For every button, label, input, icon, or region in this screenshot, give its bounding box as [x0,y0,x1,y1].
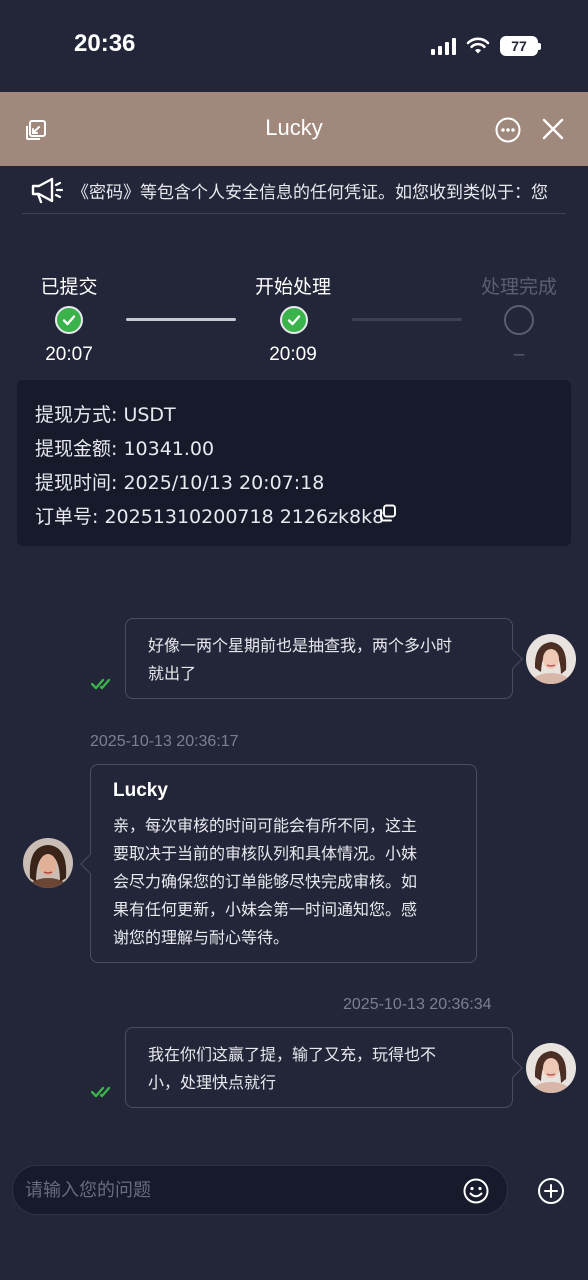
cellular-signal-icon [431,37,456,55]
add-attachment-icon[interactable] [537,1177,565,1205]
read-receipt-icon [91,1086,111,1098]
order-number: 订单号: 20251310200718 2126zk8k8 [35,506,385,528]
message-timestamp: 2025-10-13 20:36:34 [343,996,492,1013]
step-submitted: 已提交 [9,272,129,299]
withdrawal-amount: 提现金额: 10341.00 [35,438,215,460]
step-time: 20:07 [45,344,93,365]
user-avatar [526,1043,576,1093]
status-bar: 20:36 77 [0,0,588,92]
message-line: 谢您的理解与耐心等待。 [113,928,290,947]
megaphone-icon [31,177,64,204]
battery-level: 77 [511,38,527,54]
message-line: 亲，每次审核的时间可能会有所不同，这主 [113,816,418,835]
sender-name: Lucky [113,780,168,801]
message-input[interactable] [25,1166,445,1214]
message-line: 我在你们这赢了提，输了又充，玩得也不 [148,1045,437,1064]
wifi-icon [466,37,490,54]
withdrawal-info-card: 提现方式: USDT 提现金额: 10341.00 提现时间: 2025/10/… [17,380,571,546]
agent-message-bubble: Lucky 亲，每次审核的时间可能会有所不同，这主 要取决于当前的审核队列和具体… [90,764,477,963]
step-time: – [513,344,525,365]
message-line: 好像一两个星期前也是抽查我，两个多小时 [148,636,453,655]
step-processing: 开始处理 [233,272,353,299]
status-icons: 77 [431,36,541,56]
step-label: 处理完成 [480,276,557,298]
pending-circle-icon [504,305,534,335]
progress-connector [352,318,462,321]
chat-header: Lucky [0,92,588,166]
agent-avatar [23,838,73,888]
progress-connector [126,318,236,321]
message-line: 要取决于当前的审核队列和具体情况。小妹 [113,844,418,863]
step-label: 已提交 [40,276,98,298]
copy-icon[interactable] [379,504,397,522]
withdrawal-time: 提现时间: 2025/10/13 20:07:18 [35,472,325,494]
message-line: 会尽力确保您的订单能够尽快完成审核。如 [113,872,418,891]
message-line: 小，处理快点就行 [148,1073,277,1092]
status-time: 20:36 [74,30,136,57]
close-icon[interactable] [540,116,566,142]
step-label: 开始处理 [254,276,331,298]
notice-text: 《密码》等包含个人安全信息的任何凭证。如您收到类似于：您 [72,183,548,203]
read-receipt-icon [91,678,111,690]
notice-marquee: 《密码》等包含个人安全信息的任何凭证。如您收到类似于：您 [22,166,566,214]
message-timestamp: 2025-10-13 20:36:17 [90,733,239,750]
message-line: 就出了 [148,664,197,683]
check-icon [55,306,83,334]
battery-icon: 77 [500,36,541,56]
message-line: 果有任何更新，小妹会第一时间通知您。感 [113,900,418,919]
user-message-bubble: 我在你们这赢了提，输了又充，玩得也不 小，处理快点就行 [125,1027,513,1108]
emoji-icon[interactable] [462,1177,490,1205]
user-avatar [526,634,576,684]
withdrawal-method: 提现方式: USDT [35,404,176,426]
message-input-bar [12,1165,508,1215]
step-completed: 处理完成 [459,272,579,299]
step-time: 20:09 [269,344,317,365]
user-message-bubble: 好像一两个星期前也是抽查我，两个多小时 就出了 [125,618,513,699]
check-icon [280,306,308,334]
more-options-icon[interactable] [494,116,522,144]
